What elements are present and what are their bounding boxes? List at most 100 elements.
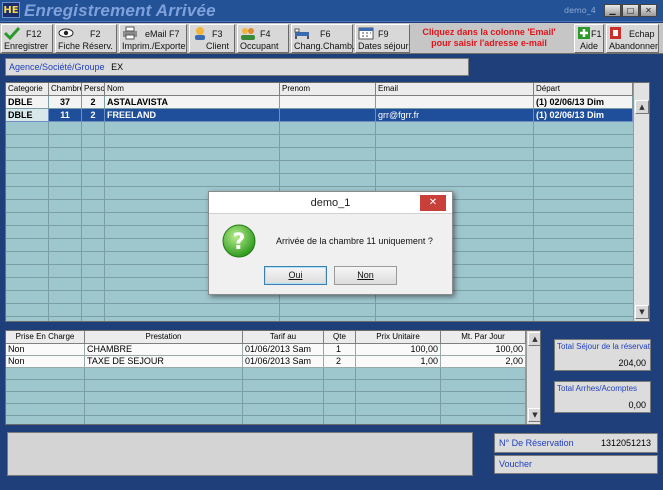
minimize-button[interactable]: ▁: [604, 4, 621, 17]
table-row[interactable]: DBLE 37 2 ASTALAVISTA (1) 02/06/13 Dim: [6, 96, 633, 109]
scroll-up-button[interactable]: ▲: [635, 100, 649, 114]
col-prise-en-charge[interactable]: Prise En Charge: [6, 331, 85, 344]
reservation-label: N° De Réservation: [499, 438, 574, 448]
dates-sejour-key: F9: [378, 29, 389, 39]
imprim-exporte-button[interactable]: eMail F7 Imprim./Exporte: [119, 24, 187, 53]
oui-button[interactable]: Oui: [264, 266, 327, 285]
non-button[interactable]: Non: [334, 266, 397, 285]
dialog-title-text: demo_1: [310, 197, 351, 209]
cell-perso[interactable]: 2: [82, 96, 105, 109]
notes-field[interactable]: [7, 432, 473, 476]
cell-email[interactable]: [376, 96, 534, 109]
scroll-down-button[interactable]: ▼: [635, 305, 649, 319]
col-email[interactable]: Email: [376, 83, 534, 96]
cell-chambre[interactable]: 11: [49, 109, 82, 122]
cell-nom[interactable]: ASTALAVISTA: [105, 96, 280, 109]
col-categorie[interactable]: Categorie: [6, 83, 49, 96]
scroll-down-button[interactable]: ▼: [528, 408, 540, 422]
rooms-table-header: Categorie Chambre Perso Nom Prenom Email…: [6, 83, 633, 96]
cell-depart[interactable]: (1) 02/06/13 Dim: [534, 109, 633, 122]
total-arrhes-box: Total Arrhes/Acomptes 0,00: [554, 381, 651, 413]
cell-depart[interactable]: (1) 02/06/13 Dim: [534, 96, 633, 109]
col-prestation[interactable]: Prestation: [85, 331, 243, 344]
enregistrer-label: Enregistrer: [4, 41, 49, 51]
col-perso[interactable]: Perso: [82, 83, 105, 96]
imprim-exporte-label: Imprim./Exporte: [122, 41, 186, 51]
col-prix-unitaire[interactable]: Prix Unitaire: [356, 331, 441, 344]
check-icon: [4, 26, 20, 40]
chang-chamb-label: Chang.Chamb.: [294, 41, 355, 51]
col-qte[interactable]: Qte: [324, 331, 356, 344]
col-chambre[interactable]: Chambre: [49, 83, 82, 96]
client-label: Client: [206, 41, 230, 51]
cell-perso[interactable]: 2: [82, 109, 105, 122]
cell-categorie[interactable]: DBLE: [6, 109, 49, 122]
cell-prestation[interactable]: TAXE DE SEJOUR: [85, 356, 243, 368]
cell-chambre[interactable]: 37: [49, 96, 82, 109]
question-icon: ?: [222, 224, 256, 258]
total-arrhes-label: Total Arrhes/Acomptes: [557, 384, 638, 393]
window-title: Enregistrement Arrivée: [24, 1, 216, 20]
col-prenom[interactable]: Prenom: [280, 83, 376, 96]
table-row-selected[interactable]: DBLE 11 2 FREELAND grr@fgrr.fr (1) 02/06…: [6, 109, 633, 122]
aide-button[interactable]: F1 Aide: [574, 24, 604, 53]
people-icon: [241, 28, 255, 40]
cell-qte[interactable]: 2: [324, 356, 356, 368]
confirm-dialog: demo_1 ✕ ? Arrivée de la chambre 11 uniq…: [208, 191, 453, 295]
bed-icon: [294, 28, 309, 39]
cell-prenom[interactable]: [280, 96, 376, 109]
aide-key: F1: [591, 29, 602, 39]
title-bar: HE Enregistrement Arrivée demo_4 ▁ □ ✕: [0, 0, 663, 22]
cell-categorie[interactable]: DBLE: [6, 96, 49, 109]
imprim-exporte-key: eMail F7: [145, 29, 180, 39]
col-tarif-au[interactable]: Tarif au: [243, 331, 324, 344]
fiche-reserv-key: F2: [90, 29, 101, 39]
agency-field[interactable]: Agence/Société/Groupe EX: [5, 58, 469, 76]
agency-label: Agence/Société/Groupe: [9, 62, 105, 72]
cell-prenom[interactable]: [280, 109, 376, 122]
total-arrhes-value: 0,00: [628, 400, 646, 410]
reservation-number-box: N° De Réservation 1312051213: [494, 433, 658, 453]
cell-prise[interactable]: Non: [6, 356, 85, 368]
cell-tarif[interactable]: 01/06/2013 Sam: [243, 356, 324, 368]
services-table-scrollbar[interactable]: ▲ ▼: [526, 331, 540, 424]
occupant-button[interactable]: F4 Occupant: [237, 24, 289, 53]
fiche-reserv-button[interactable]: F2 Fiche Réserv.: [55, 24, 117, 53]
dates-sejour-label: Dates séjour: [358, 41, 409, 51]
client-button[interactable]: F3 Client: [189, 24, 235, 53]
dialog-close-button[interactable]: ✕: [420, 195, 446, 211]
reservation-value: 1312051213: [600, 438, 651, 448]
cell-prix[interactable]: 100,00: [356, 344, 441, 356]
cell-nom[interactable]: FREELAND: [105, 109, 280, 122]
cell-prix[interactable]: 1,00: [356, 356, 441, 368]
cell-mt[interactable]: 100,00: [441, 344, 526, 356]
cell-mt[interactable]: 2,00: [441, 356, 526, 368]
occupant-label: Occupant: [240, 41, 279, 51]
cell-prestation[interactable]: CHAMBRE: [85, 344, 243, 356]
col-mt-par-jour[interactable]: Mt. Par Jour: [441, 331, 526, 344]
email-notice-line1: Cliquez dans la colonne 'Email': [422, 27, 556, 37]
fiche-reserv-label: Fiche Réserv.: [58, 41, 113, 51]
client-key: F3: [212, 29, 223, 39]
abandonner-button[interactable]: Echap Abandonner: [606, 24, 659, 53]
chang-chamb-button[interactable]: F6 Chang.Chamb.: [291, 24, 355, 53]
enregistrer-button[interactable]: F12 Enregistrer: [1, 24, 53, 53]
abandonner-key: Echap: [629, 29, 655, 39]
scroll-up-button[interactable]: ▲: [528, 332, 540, 346]
occupant-key: F4: [260, 29, 271, 39]
cell-prise[interactable]: Non: [6, 344, 85, 356]
person-icon: [195, 27, 205, 40]
maximize-button[interactable]: □: [622, 4, 639, 17]
col-nom[interactable]: Nom: [105, 83, 280, 96]
rooms-table-scrollbar[interactable]: ▲ ▼: [633, 83, 649, 321]
dates-sejour-button[interactable]: F9 Dates séjour: [355, 24, 410, 53]
toolbar: F12 Enregistrer F2 Fiche Réserv. eMail F…: [0, 23, 663, 54]
voucher-field[interactable]: Voucher: [494, 455, 658, 474]
col-depart[interactable]: Départ: [534, 83, 633, 96]
cell-email[interactable]: grr@fgrr.fr: [376, 109, 534, 122]
cell-qte[interactable]: 1: [324, 344, 356, 356]
dialog-title: demo_1 ✕: [209, 192, 452, 214]
cell-tarif[interactable]: 01/06/2013 Sam: [243, 344, 324, 356]
close-window-button[interactable]: ✕: [640, 4, 657, 17]
enregistrer-key: F12: [26, 29, 42, 39]
